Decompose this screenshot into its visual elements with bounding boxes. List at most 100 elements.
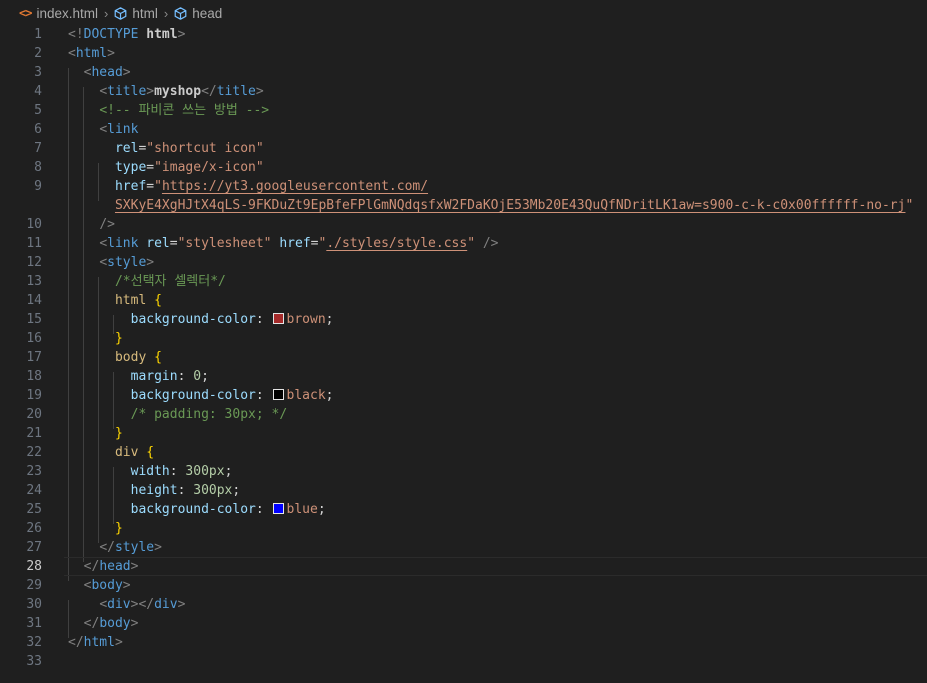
code-line[interactable]: 22 div { <box>0 443 927 462</box>
line-number: 32 <box>26 635 42 650</box>
code-token: title <box>216 84 256 99</box>
code-token: } <box>114 521 123 536</box>
code-line[interactable]: SXKyE4XgHJtX4qLS-9FKDuZt9EpBfeFPlGmNQdqs… <box>0 196 927 215</box>
code-line[interactable]: 21 } <box>0 424 927 443</box>
code-line[interactable]: 18 margin: 0; <box>0 367 927 386</box>
code-token: <! <box>68 27 84 42</box>
line-number: 24 <box>26 483 42 498</box>
code-editor[interactable]: 1 <!DOCTYPE html> 2 <html> 3 <head> 4 <title>… <box>0 24 927 683</box>
breadcrumb-item-html[interactable]: html <box>114 6 158 21</box>
code-line[interactable]: 33 <box>0 652 927 671</box>
code-token: > <box>255 84 264 99</box>
code-token: width <box>130 464 170 479</box>
color-swatch[interactable] <box>272 313 284 324</box>
code-line[interactable]: 10 /> <box>0 215 927 234</box>
code-line[interactable]: 16 } <box>0 329 927 348</box>
code-text: </style> <box>68 538 162 557</box>
code-text: type="image/x-icon" <box>68 158 264 177</box>
code-line[interactable]: 7 rel="shortcut icon" <box>0 139 927 158</box>
code-line[interactable]: 9 href="https://yt3.googleusercontent.co… <box>0 177 927 196</box>
code-text: background-color: brown; <box>68 310 334 329</box>
code-token: type <box>114 160 147 175</box>
code-line[interactable]: 30 <div></div> <box>0 595 927 614</box>
line-number: 9 <box>34 179 42 194</box>
code-line[interactable]: 12 <style> <box>0 253 927 272</box>
code-text: div { <box>68 443 154 462</box>
code-line[interactable]: 19 background-color: black; <box>0 386 927 405</box>
code-token: > <box>122 578 131 593</box>
code-token: { <box>154 350 162 365</box>
code-line[interactable]: 26 } <box>0 519 927 538</box>
code-token: "shortcut icon" <box>146 141 264 156</box>
line-number: 12 <box>26 255 42 270</box>
code-line[interactable]: 8 type="image/x-icon" <box>0 158 927 177</box>
code-line[interactable]: 13 /*선택자 셀렉터*/ <box>0 272 927 291</box>
code-token: rel <box>114 141 139 156</box>
line-number: 29 <box>26 578 42 593</box>
code-token: > <box>107 46 115 61</box>
code-token: </ <box>83 616 100 631</box>
code-token: margin <box>130 369 178 384</box>
code-line[interactable]: 6 <link <box>0 120 927 139</box>
code-line[interactable]: 3 <head> <box>0 63 927 82</box>
code-line[interactable]: 2 <html> <box>0 44 927 63</box>
code-line[interactable]: 5 <!-- 파비콘 쓰는 방법 --> <box>0 101 927 120</box>
code-line[interactable]: 27 </style> <box>0 538 927 557</box>
code-text: } <box>68 424 123 443</box>
code-line[interactable]: 23 width: 300px; <box>0 462 927 481</box>
code-token: body <box>114 350 155 365</box>
code-token: > <box>122 65 131 80</box>
code-line[interactable]: 1 <!DOCTYPE html> <box>0 25 927 44</box>
code-text: </head> <box>68 557 139 576</box>
breadcrumb: <> index.html › html › head <box>0 0 927 26</box>
code-line[interactable]: 14 html { <box>0 291 927 310</box>
code-token: /> <box>482 236 499 251</box>
code-line[interactable]: 24 height: 300px; <box>0 481 927 500</box>
code-token: > <box>130 616 139 631</box>
code-token: ./styles/style.css <box>326 236 468 251</box>
code-token: 0 <box>193 369 202 384</box>
code-token: title <box>107 84 147 99</box>
code-token: : <box>255 388 272 403</box>
color-swatch[interactable] <box>272 503 284 514</box>
line-number: 30 <box>26 597 42 612</box>
breadcrumb-file[interactable]: <> index.html <box>0 6 98 21</box>
chevron-right-icon: › <box>103 5 109 21</box>
line-number: 31 <box>26 616 42 631</box>
code-line[interactable]: 4 <title>myshop</title> <box>0 82 927 101</box>
line-number: 13 <box>26 274 42 289</box>
code-token: body <box>91 578 123 593</box>
code-text: <html> <box>68 44 115 63</box>
code-token: div <box>114 445 147 460</box>
breadcrumb-item-head[interactable]: head <box>174 6 222 21</box>
code-text: SXKyE4XgHJtX4qLS-9FKDuZt9EpBfeFPlGmNQdqs… <box>68 196 913 215</box>
code-token: " <box>905 198 914 213</box>
code-line[interactable]: 31 </body> <box>0 614 927 633</box>
code-line[interactable]: 20 /* padding: 30px; */ <box>0 405 927 424</box>
code-token: html <box>75 46 108 61</box>
code-text: <style> <box>68 253 154 272</box>
line-number: 2 <box>34 46 42 61</box>
code-text: } <box>68 329 123 348</box>
code-text: <div></div> <box>68 595 185 614</box>
line-number: 15 <box>26 312 42 327</box>
code-line[interactable]: 15 background-color: brown; <box>0 310 927 329</box>
code-line[interactable]: 28 </head> <box>0 557 927 576</box>
code-line[interactable]: 11 <link rel="stylesheet" href="./styles… <box>0 234 927 253</box>
code-line[interactable]: 29 <body> <box>0 576 927 595</box>
code-token: " <box>467 236 483 251</box>
code-line[interactable]: 32 </html> <box>0 633 927 652</box>
color-swatch[interactable] <box>272 389 284 400</box>
code-token: = <box>169 236 178 251</box>
code-line[interactable]: 25 background-color: blue; <box>0 500 927 519</box>
code-line[interactable]: 17 body { <box>0 348 927 367</box>
code-token: /* padding: 30px; */ <box>130 407 288 422</box>
